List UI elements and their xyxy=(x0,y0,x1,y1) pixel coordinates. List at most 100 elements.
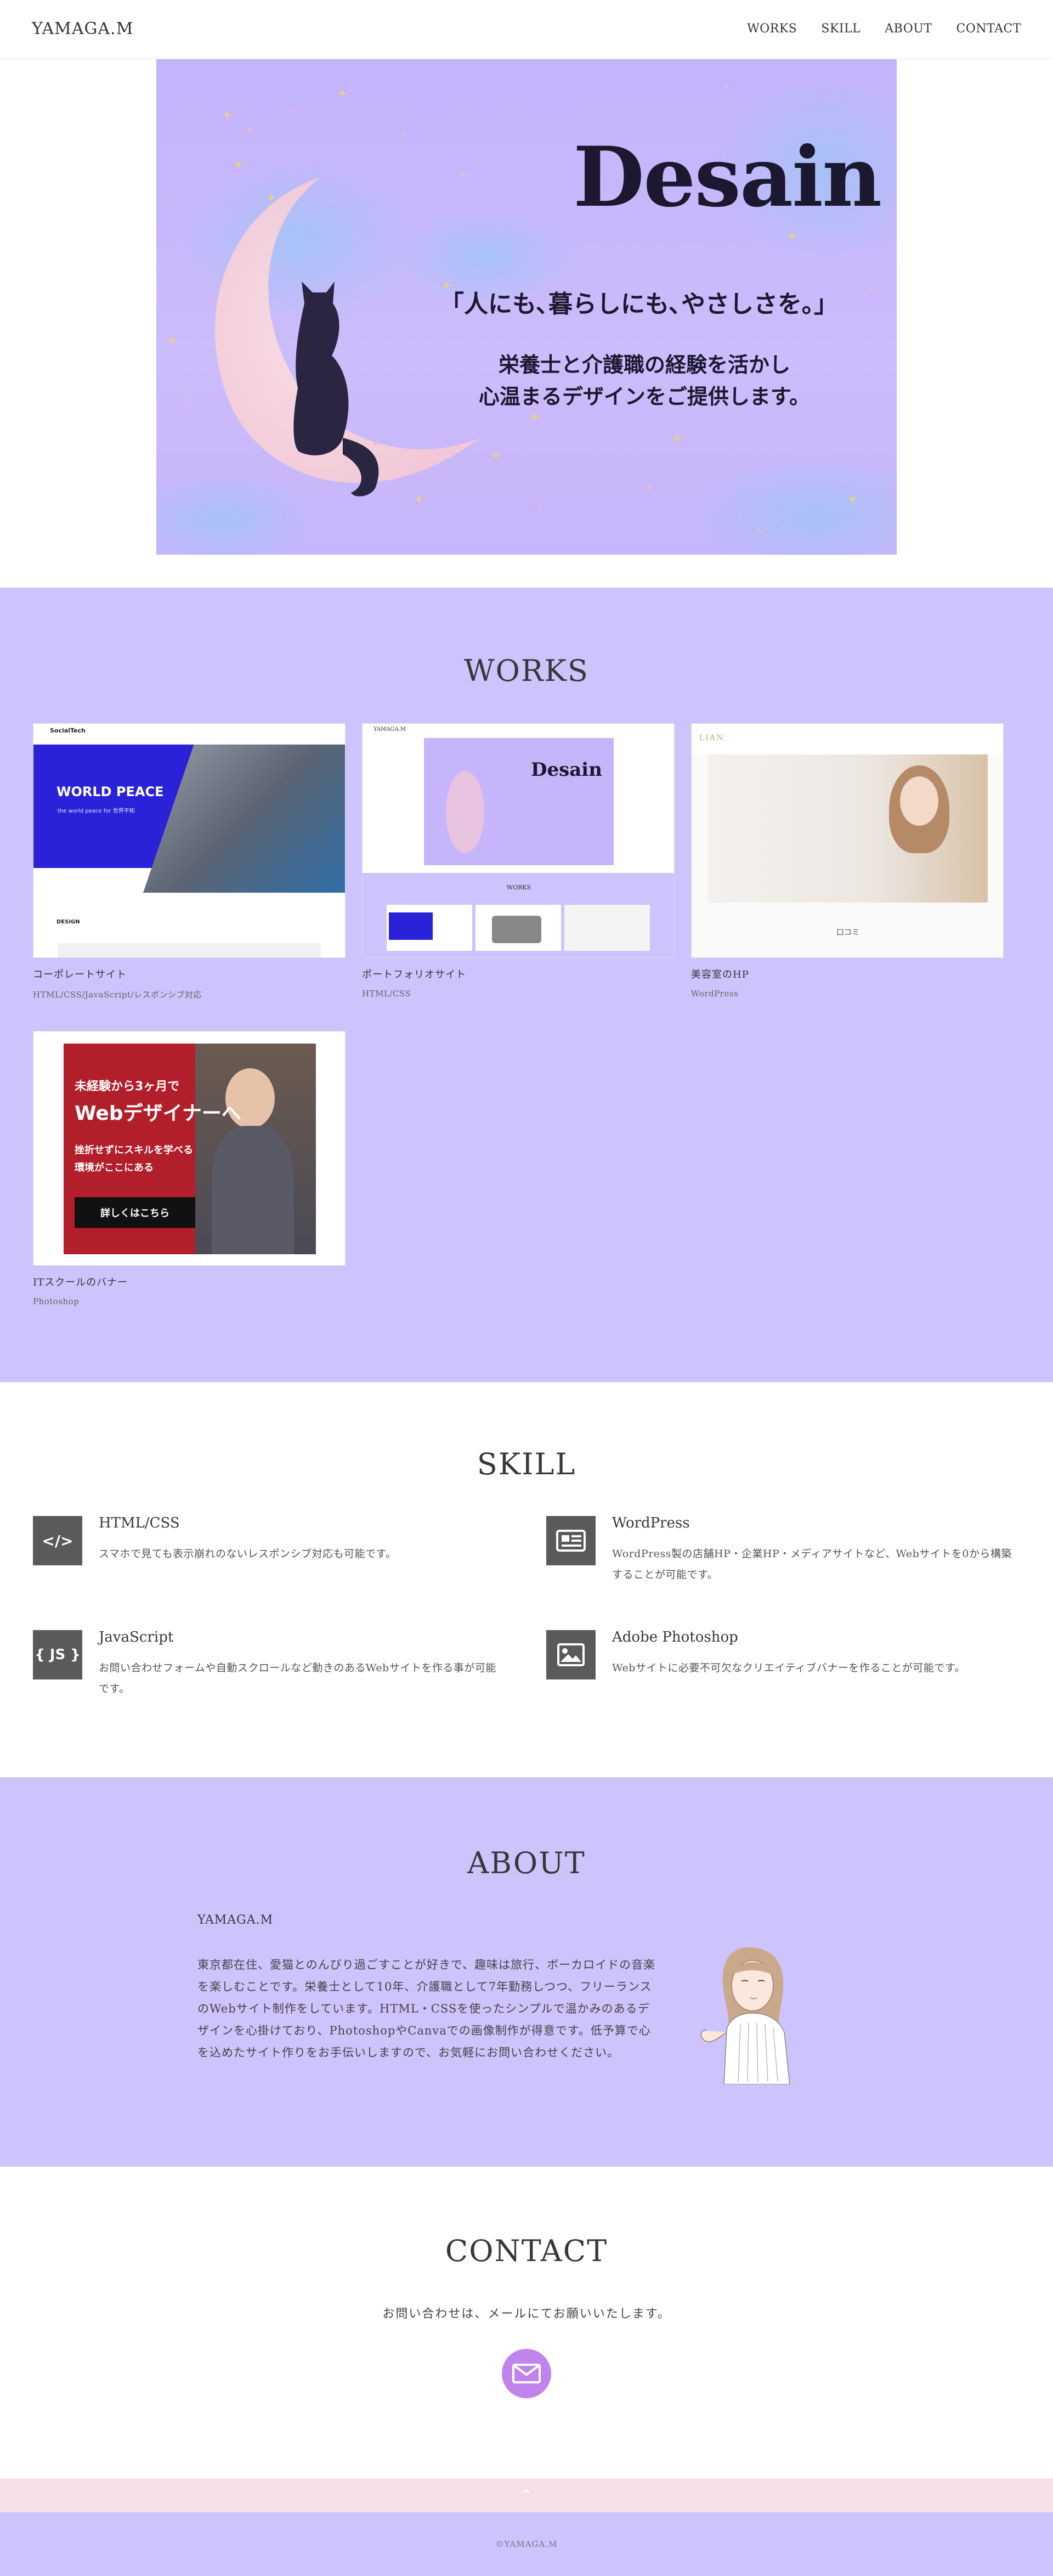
hero-desc-line: 栄養士と介護職の経験を活かし xyxy=(498,353,790,377)
svg-text:✦: ✦ xyxy=(222,109,232,123)
thumb-navbar: YAMAGA.M xyxy=(363,724,674,738)
nav-contact[interactable]: CONTACT xyxy=(956,22,1021,36)
thumb-hero-title: Desain xyxy=(531,759,602,781)
thumb-logo: SocialTech xyxy=(50,727,86,734)
skill-name: JavaScript xyxy=(99,1629,174,1645)
thumb-logo: YAMAGA.M xyxy=(373,726,406,732)
main-nav: WORKS SKILL ABOUT CONTACT xyxy=(747,22,1021,36)
work-card[interactable]: LIAN 口コミ 美容室のHP WordPress xyxy=(691,723,1004,999)
hero-description: 栄養士と介護職の経験を活かし 心温まるデザインをご提供します。 xyxy=(431,349,858,413)
work-card[interactable]: 未経験から3ヶ月で Webデザイナーへ 挫折せずにスキルを学べる 環境がここにあ… xyxy=(33,1031,346,1306)
thumb-photo xyxy=(708,754,988,903)
code-icon: </> xyxy=(33,1516,82,1565)
thumb-subheading: the world peace for 世界平和 xyxy=(58,808,135,814)
work-card[interactable]: SocialTech WORLD PEACE the world peace f… xyxy=(33,723,346,1000)
work-name: コーポレートサイト xyxy=(33,969,127,980)
svg-text:✦: ✦ xyxy=(529,411,539,425)
works-title: WORKS xyxy=(464,653,589,688)
about-text: 東京都在住、愛猫とのんびり過ごすことが好きで、趣味は旅行、ボーカロイドの音楽を楽… xyxy=(197,1958,656,2059)
skill-desc: WordPress製の店舗HP・企業HP・メディアサイトなど、Webサイトを0か… xyxy=(612,1548,1012,1581)
works-section: WORKS SocialTech WORLD PEACE the world p… xyxy=(0,588,1053,1382)
banner-line1: 未経験から3ヶ月で xyxy=(75,1080,180,1093)
thumb-mini-card xyxy=(387,905,472,951)
copyright: ©YAMAGA.M xyxy=(495,2539,558,2549)
work-tech: WordPress xyxy=(691,989,739,999)
thumb-mini-block xyxy=(389,912,433,940)
banner-body xyxy=(212,1126,294,1254)
banner-line3: 挫折せずにスキルを学べる xyxy=(75,1145,193,1156)
page-top-button[interactable]: ⌃ xyxy=(0,2478,1053,2512)
skill-item: WordPress WordPress製の店舗HP・企業HP・メディアサイトなど… xyxy=(546,1515,1011,1585)
svg-text:✦: ✦ xyxy=(414,493,424,507)
footer: ©YAMAGA.M xyxy=(0,2512,1053,2576)
nav-about[interactable]: ABOUT xyxy=(885,22,932,36)
work-name: ITスクールのバナー xyxy=(33,1277,128,1288)
svg-text:✦: ✦ xyxy=(847,493,857,507)
thumb-navbar: SocialTech xyxy=(33,724,345,739)
work-tech: HTML/CSS/JavaScript/レスポンシブ対応 xyxy=(33,990,202,1000)
banner-cta-button: 詳しくはこちら xyxy=(75,1197,195,1228)
hero-desc-line: 心温まるデザインをご提供します。 xyxy=(478,385,811,409)
work-tech: HTML/CSS xyxy=(362,989,411,999)
skill-name: WordPress xyxy=(612,1515,690,1531)
about-title: ABOUT xyxy=(467,1846,586,1880)
thumb-mini-card xyxy=(475,905,561,951)
thumb-mini-card xyxy=(564,905,650,951)
work-name: 美容室のHP xyxy=(691,969,749,980)
nav-skill[interactable]: SKILL xyxy=(821,22,860,36)
mail-icon xyxy=(512,2364,541,2383)
svg-text:✦: ✦ xyxy=(266,191,276,205)
nav-works[interactable]: WORKS xyxy=(747,22,797,36)
work-thumbnail[interactable]: 未経験から3ヶ月で Webデザイナーへ 挫折せずにスキルを学べる 環境がここにあ… xyxy=(33,1031,346,1266)
banner: 未経験から3ヶ月で Webデザイナーへ 挫折せずにスキルを学べる 環境がここにあ… xyxy=(64,1044,316,1254)
profile-illustration xyxy=(700,1947,790,2084)
skill-text: Adobe Photoshop Webサイトに必要不可欠なクリエイティブバナーを… xyxy=(612,1629,965,1679)
site-logo[interactable]: YAMAGA.M xyxy=(32,19,133,38)
thumb-mini-block xyxy=(492,916,541,943)
thumb-navbar: LIAN xyxy=(692,724,1003,754)
thumb-face xyxy=(900,776,938,826)
hero-banner: ✦ ✦ ✦ ✦ ✦ ✦ ✦ ✦ ✦ ✦ ✦ ✦ Desain 「人にも､暮らしにも､やさしさを｡… xyxy=(156,59,897,555)
svg-text:✦: ✦ xyxy=(787,230,797,244)
svg-text:✦: ✦ xyxy=(491,449,501,463)
skill-item: { JS } JavaScript お問い合わせフォームや自動スクロールなど動き… xyxy=(33,1629,496,1699)
contact-section: CONTACT お問い合わせは、メールにてお願いいたします。 xyxy=(0,2167,1053,2478)
skill-desc: スマホで見ても表示崩れのないレスポンシブ対応も可能です。 xyxy=(99,1548,397,1560)
svg-text:✦: ✦ xyxy=(233,159,243,172)
image-icon xyxy=(546,1630,596,1679)
thumb-label: 口コミ xyxy=(836,928,859,937)
svg-text:✦: ✦ xyxy=(167,334,177,348)
work-thumbnail[interactable]: LIAN 口コミ xyxy=(691,723,1004,958)
skill-text: HTML/CSS スマホで見ても表示崩れのないレスポンシブ対応も可能です。 xyxy=(99,1515,397,1565)
banner-line2: Webデザイナーへ xyxy=(75,1102,241,1125)
js-icon: { JS } xyxy=(33,1630,82,1679)
skill-desc: お問い合わせフォームや自動スクロールなど動きのあるWebサイトを作る事が可能です… xyxy=(99,1662,496,1695)
image-icon-glyph xyxy=(557,1643,585,1666)
banner-line4: 環境がここにある xyxy=(75,1162,154,1174)
skill-desc: Webサイトに必要不可欠なクリエイティブバナーを作ることが可能です。 xyxy=(612,1662,965,1674)
svg-text:✦: ✦ xyxy=(672,433,682,447)
mail-button[interactable] xyxy=(502,2349,551,2398)
thumb-content xyxy=(58,943,321,957)
thumb-label: DESIGN xyxy=(56,919,80,925)
thumb-logo: LIAN xyxy=(699,734,724,742)
skill-name: Adobe Photoshop xyxy=(612,1629,738,1645)
skill-text: WordPress WordPress製の店舗HP・企業HP・メディアサイトなど… xyxy=(612,1515,1018,1585)
work-thumbnail[interactable]: YAMAGA.M Desain WORKS xyxy=(362,723,675,958)
site-header: YAMAGA.M WORKS SKILL ABOUT CONTACT xyxy=(0,0,1053,58)
banner-photo xyxy=(195,1044,316,1254)
skill-item: </> HTML/CSS スマホで見ても表示崩れのないレスポンシブ対応も可能です… xyxy=(33,1515,483,1565)
news-icon xyxy=(546,1516,596,1565)
skill-section: SKILL </> HTML/CSS スマホで見ても表示崩れのないレスポンシブ対… xyxy=(0,1382,1053,1777)
skill-item: Adobe Photoshop Webサイトに必要不可欠なクリエイティブバナーを… xyxy=(546,1629,996,1679)
thumb-works-title: WORKS xyxy=(506,884,531,891)
hero-tagline: 「人にも､暮らしにも､やさしさを｡」 xyxy=(440,290,838,318)
work-card[interactable]: YAMAGA.M Desain WORKS ポートフォリオサイト HTML/CS… xyxy=(362,723,675,999)
thumb-heading: WORLD PEACE xyxy=(56,784,164,799)
work-thumbnail[interactable]: SocialTech WORLD PEACE the world peace f… xyxy=(33,723,346,958)
contact-text: お問い合わせは、メールにてお願いいたします。 xyxy=(382,2307,671,2321)
news-icon-glyph xyxy=(556,1530,586,1552)
hero-section: ✦ ✦ ✦ ✦ ✦ ✦ ✦ ✦ ✦ ✦ ✦ ✦ Desain 「人にも､暮らしにも､やさしさを｡… xyxy=(0,59,1053,588)
skill-text: JavaScript お問い合わせフォームや自動スクロールなど動きのあるWebサ… xyxy=(99,1629,505,1699)
thumb-moon xyxy=(446,771,484,853)
